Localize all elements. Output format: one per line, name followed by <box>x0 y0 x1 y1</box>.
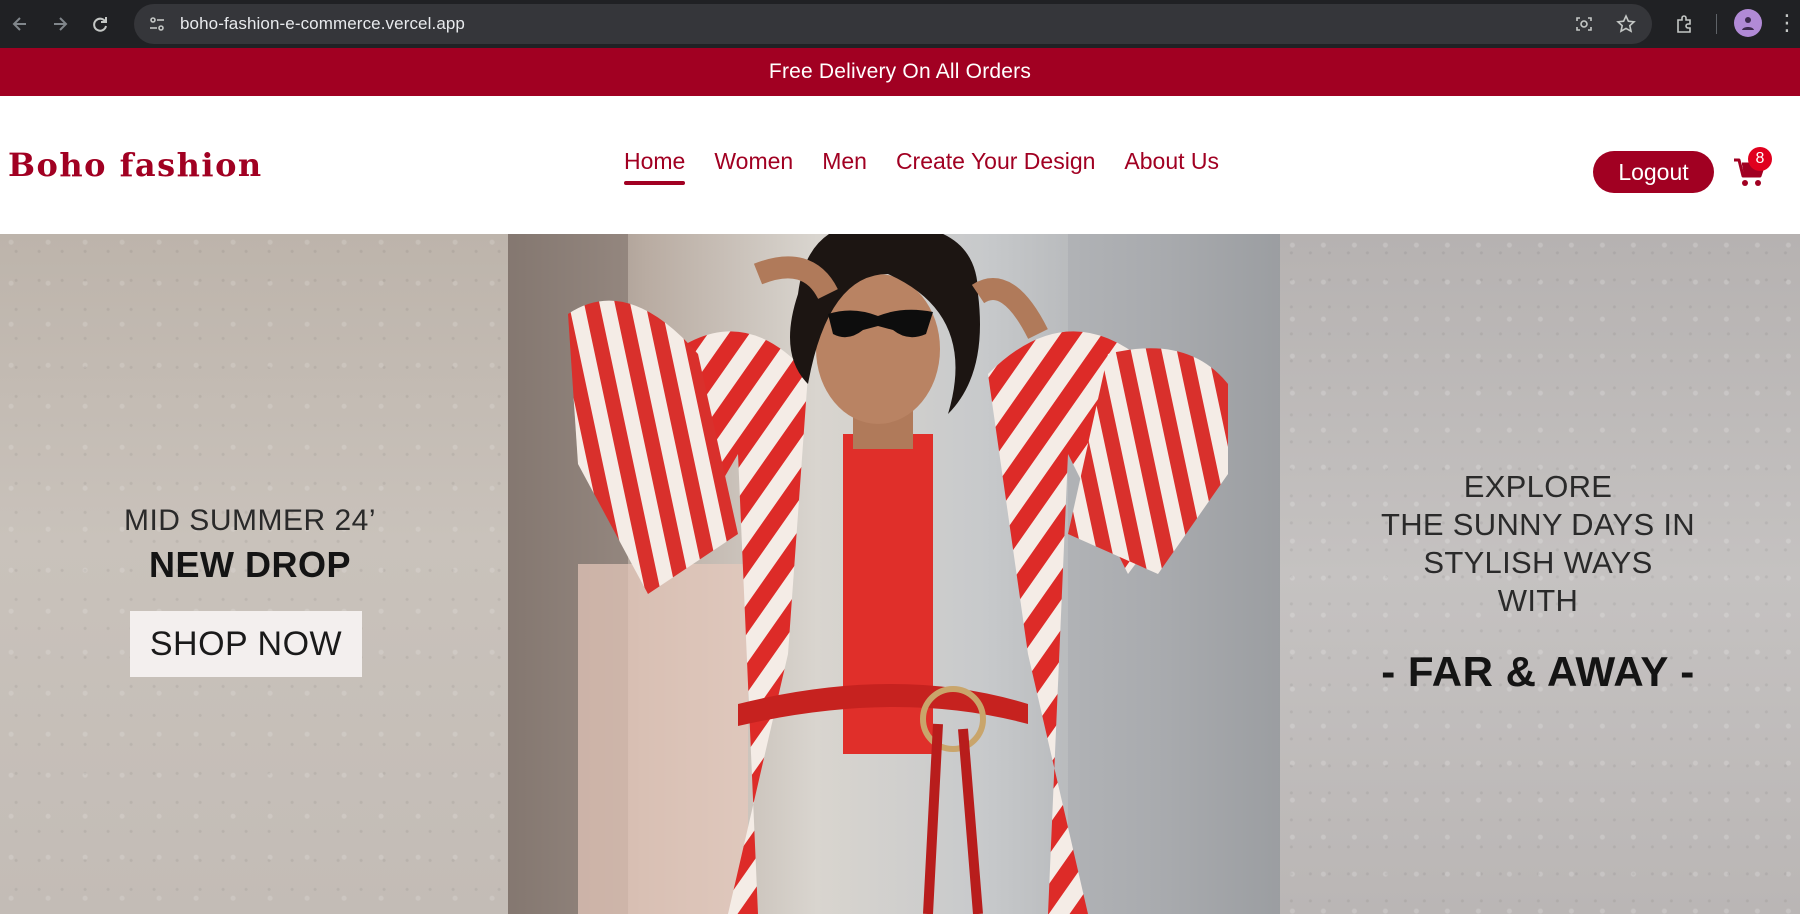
lens-button[interactable] <box>1570 10 1598 38</box>
brand-logo[interactable]: Boho fashion <box>8 146 263 184</box>
nav-about-us[interactable]: About Us <box>1124 148 1219 185</box>
more-menu-icon[interactable]: ⋮ <box>1776 10 1798 36</box>
hero-right-line: STYLISH WAYS <box>1423 545 1653 580</box>
hero-right-line: WITH <box>1497 583 1579 618</box>
announcement-text: Free Delivery On All Orders <box>768 60 1032 83</box>
site-header: Boho fashion Home Women Men Create Your … <box>0 96 1800 234</box>
cart-count-badge: 8 <box>1748 147 1772 171</box>
logout-button[interactable]: Logout <box>1593 151 1714 193</box>
hero-right-brand: - FAR & AWAY - <box>1381 648 1695 695</box>
nav-home[interactable]: Home <box>624 148 686 185</box>
nav-men[interactable]: Men <box>822 148 867 185</box>
extensions-icon <box>1677 15 1691 33</box>
forward-button[interactable] <box>40 4 80 44</box>
back-button[interactable] <box>0 4 40 44</box>
extensions-button[interactable] <box>1670 10 1698 38</box>
bookmark-star-icon <box>1616 14 1636 33</box>
hero-left-copy: MID SUMMER 24’ NEW DROP <box>0 504 500 586</box>
model-photo-illustration <box>508 234 1280 914</box>
hero-left-subtitle: MID SUMMER 24’ <box>123 504 377 537</box>
browser-toolbar: boho-fashion-e-commerce.vercel.app ⋮ <box>0 0 1800 48</box>
forward-icon <box>54 17 68 31</box>
site-info-icon <box>150 17 164 31</box>
hero-right-line: THE SUNNY DAYS IN <box>1380 507 1695 542</box>
back-icon <box>12 17 26 31</box>
hero-model-image <box>508 234 1280 914</box>
nav-create-your-design[interactable]: Create Your Design <box>896 148 1095 185</box>
url-text[interactable]: boho-fashion-e-commerce.vercel.app <box>180 14 465 34</box>
profile-icon <box>1742 17 1754 30</box>
hero-left-title: NEW DROP <box>149 544 351 585</box>
profile-avatar[interactable] <box>1734 9 1762 37</box>
nav-women[interactable]: Women <box>714 148 793 185</box>
reload-icon <box>93 17 107 32</box>
shop-now-button[interactable]: SHOP NOW <box>130 611 362 677</box>
hero-left-panel: MID SUMMER 24’ NEW DROP SHOP NOW <box>0 234 508 914</box>
announcement-bar: Free Delivery On All Orders <box>0 48 1800 96</box>
main-nav: Home Women Men Create Your Design About … <box>624 148 1219 185</box>
site-info-button[interactable] <box>142 9 172 39</box>
hero-right-line: EXPLORE <box>1463 469 1613 504</box>
reload-button[interactable] <box>80 4 120 44</box>
toolbar-divider <box>1716 14 1717 34</box>
lens-icon <box>1576 17 1592 31</box>
address-bar[interactable]: boho-fashion-e-commerce.vercel.app <box>134 4 1652 44</box>
bookmark-button[interactable] <box>1612 10 1640 38</box>
